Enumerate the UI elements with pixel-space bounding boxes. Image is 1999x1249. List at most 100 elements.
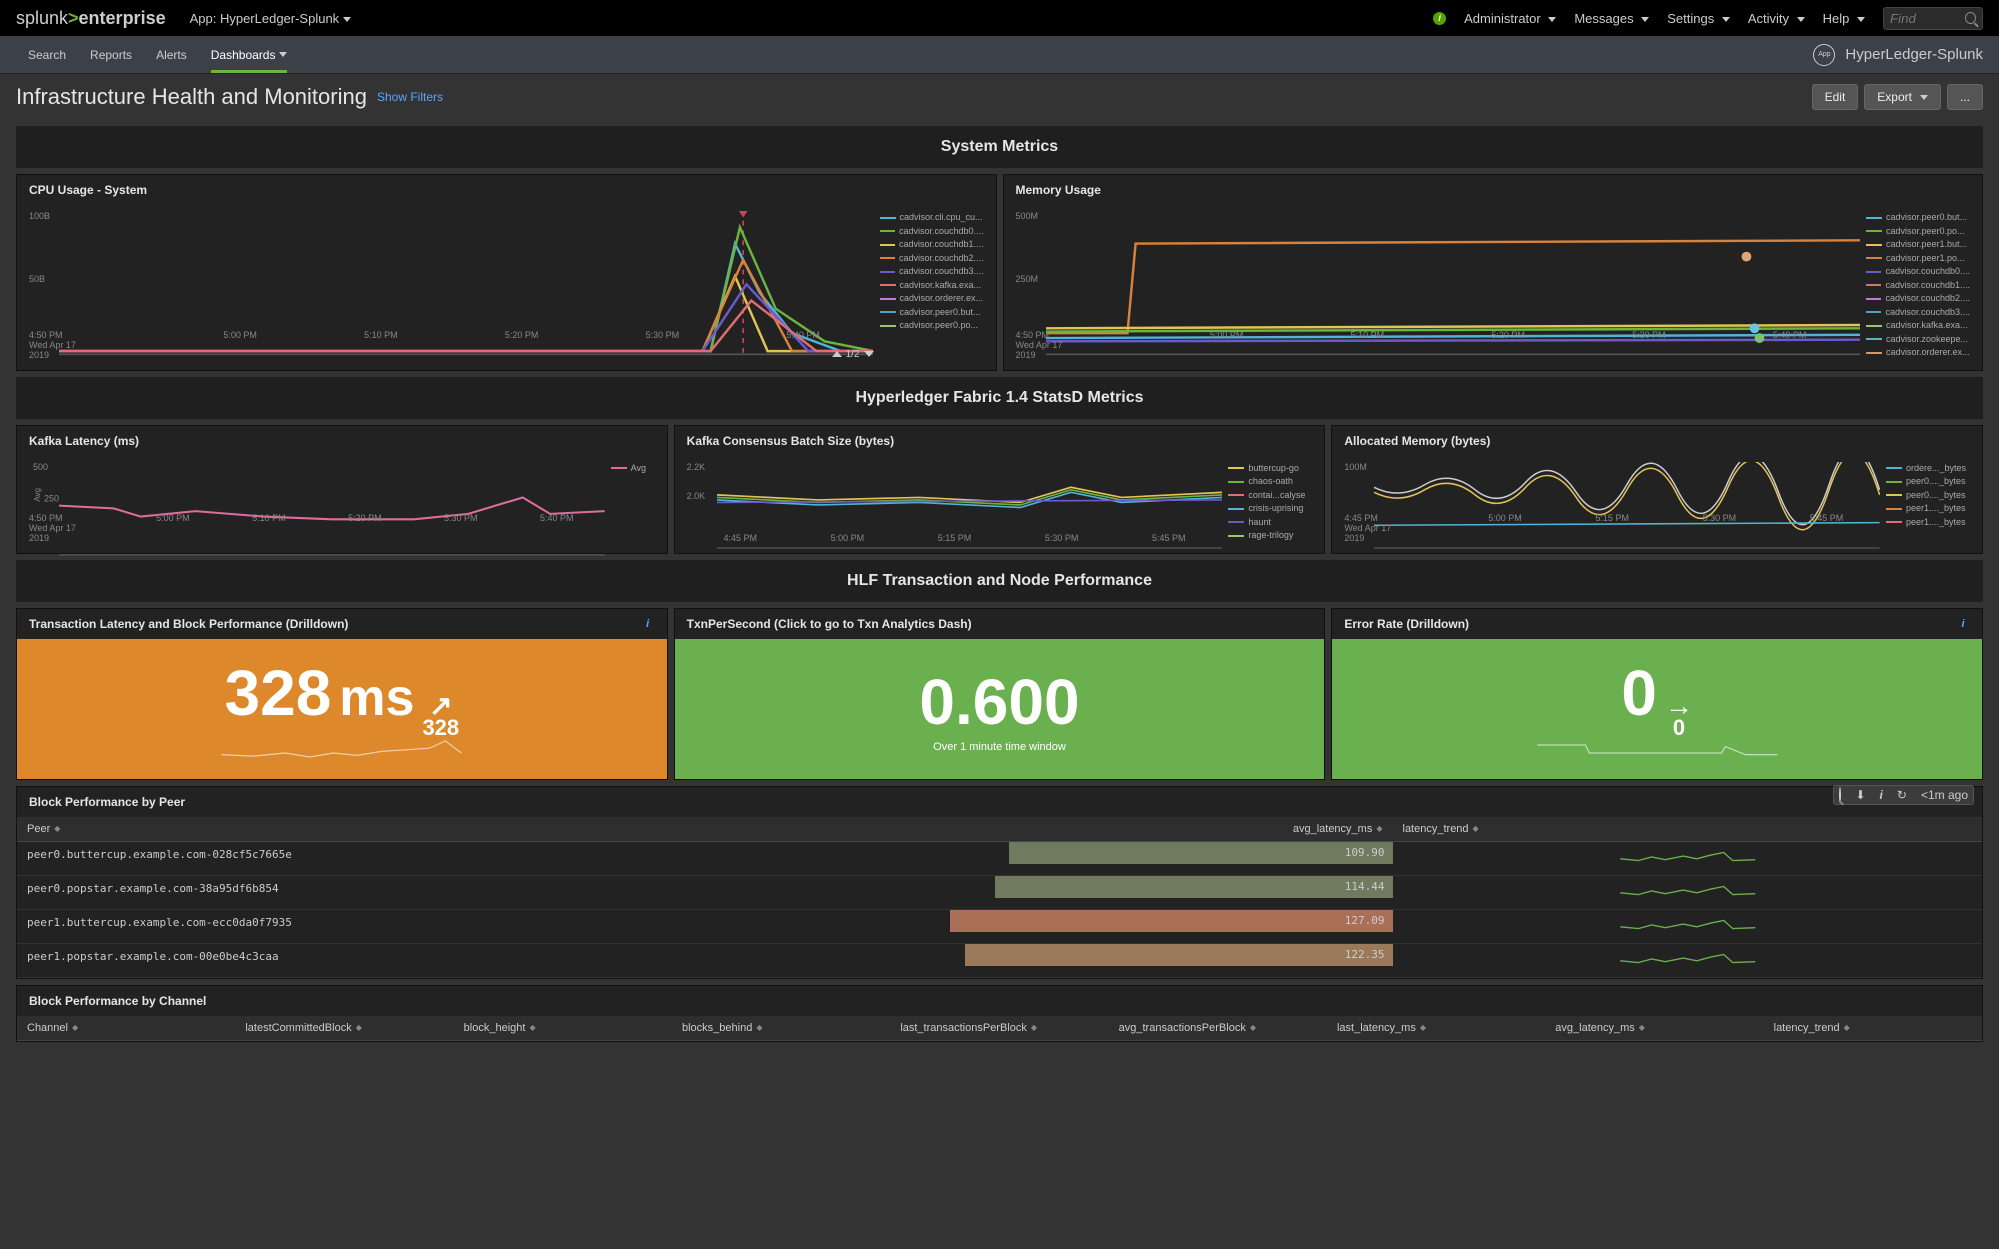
legend-item[interactable]: cadvisor.orderer.ex... bbox=[880, 292, 984, 306]
chevron-down-icon bbox=[343, 17, 351, 22]
panel-title: TxnPerSecond (Click to go to Txn Analyti… bbox=[675, 609, 1325, 639]
txn-latency-single-value[interactable]: 328 ms ↗ 328 bbox=[17, 639, 667, 779]
kafka-latency-chart[interactable]: 500 Avg250 4:50 PMWed Apr 172019 5:00 PM… bbox=[29, 462, 605, 543]
legend-item[interactable]: peer0...._bytes bbox=[1886, 489, 1970, 503]
cell-latency: 109.90 bbox=[901, 842, 1392, 875]
panel-allocated-memory: Allocated Memory (bytes) 100M 4:45 PMWed… bbox=[1331, 425, 1983, 554]
legend-item[interactable]: peer1...._bytes bbox=[1886, 516, 1970, 530]
table-row[interactable]: peer0.buttercup.example.com-028cf5c7665e… bbox=[17, 842, 1982, 876]
legend-item[interactable]: cadvisor.couchdb3.... bbox=[1866, 306, 1970, 320]
col-peer[interactable]: Peer◆ bbox=[17, 817, 901, 841]
legend-item[interactable]: cadvisor.cli.cpu_cu... bbox=[880, 211, 984, 225]
legend-item[interactable]: cadvisor.couchdb3.... bbox=[880, 265, 984, 279]
cell-trend bbox=[1393, 944, 1983, 977]
col-avg-latency[interactable]: avg_latency_ms◆ bbox=[901, 817, 1392, 841]
legend-item[interactable]: peer1...._bytes bbox=[1886, 502, 1970, 516]
legend-item[interactable]: cadvisor.kafka.exa... bbox=[1866, 319, 1970, 333]
col-latestcommittedblock[interactable]: latestCommittedBlock ◆ bbox=[235, 1016, 453, 1040]
col-last_transactionsperblock[interactable]: last_transactionsPerBlock ◆ bbox=[890, 1016, 1108, 1040]
col-avg_latency_ms[interactable]: avg_latency_ms ◆ bbox=[1545, 1016, 1763, 1040]
panel-title: Memory Usage bbox=[1004, 175, 1983, 205]
legend-item[interactable]: cadvisor.peer0.po... bbox=[1866, 225, 1970, 239]
legend-item[interactable]: cadvisor.peer0.po... bbox=[880, 319, 984, 333]
page-title: Infrastructure Health and Monitoring bbox=[16, 84, 367, 110]
legend-item[interactable]: haunt bbox=[1228, 516, 1312, 530]
legend-item[interactable]: cadvisor.peer0.but... bbox=[880, 306, 984, 320]
zoom-icon[interactable] bbox=[1836, 788, 1844, 802]
col-avg_transactionsperblock[interactable]: avg_transactionsPerBlock ◆ bbox=[1109, 1016, 1327, 1040]
show-filters-link[interactable]: Show Filters bbox=[377, 90, 443, 104]
legend-item[interactable]: cadvisor.kafka.exa... bbox=[880, 279, 984, 293]
legend-item[interactable]: crisis-uprising bbox=[1228, 502, 1312, 516]
legend-item[interactable]: cadvisor.peer0.but... bbox=[1866, 211, 1970, 225]
info-icon[interactable]: i bbox=[1956, 617, 1970, 631]
table-row[interactable]: peer1.popstar.example.com-00e0be4c3caa12… bbox=[17, 944, 1982, 978]
tps-single-value[interactable]: 0.600 Over 1 minute time window bbox=[675, 639, 1325, 779]
legend-item[interactable]: chaos-oath bbox=[1228, 475, 1312, 489]
info-icon[interactable]: i bbox=[1877, 788, 1886, 802]
legend-item[interactable]: cadvisor.couchdb1.... bbox=[1866, 279, 1970, 293]
table-row[interactable]: peer0.popstar.example.com-38a95df6b85411… bbox=[17, 876, 1982, 910]
status-icon[interactable]: i bbox=[1433, 12, 1446, 25]
nav-dashboards[interactable]: Dashboards bbox=[199, 36, 300, 73]
legend-item[interactable]: cadvisor.peer1.but... bbox=[1866, 238, 1970, 252]
global-search[interactable] bbox=[1883, 7, 1983, 30]
legend-pager[interactable]: 1/2 bbox=[832, 349, 874, 360]
search-icon bbox=[1965, 12, 1976, 24]
cell-latency: 122.35 bbox=[901, 944, 1392, 977]
nav-reports[interactable]: Reports bbox=[78, 36, 144, 73]
menu-messages[interactable]: Messages bbox=[1574, 11, 1649, 26]
cell-peer: peer0.buttercup.example.com-028cf5c7665e bbox=[17, 842, 901, 875]
legend-item[interactable]: rage-trilogy bbox=[1228, 529, 1312, 543]
app-selector[interactable]: App: HyperLedger-Splunk bbox=[190, 11, 352, 26]
col-latency-trend[interactable]: latency_trend◆ bbox=[1393, 817, 1983, 841]
alloc-mem-chart[interactable]: 100M 4:45 PMWed Apr 172019 5:00 PM 5:15 … bbox=[1344, 462, 1880, 543]
panel-title: Transaction Latency and Block Performanc… bbox=[29, 617, 348, 631]
export-button[interactable]: Export bbox=[1864, 84, 1941, 110]
legend-item[interactable]: buttercup-go bbox=[1228, 462, 1312, 476]
kafka-batch-chart[interactable]: 2.2K2.0K 4:45 PM 5:00 PM 5:15 PM 5:30 PM… bbox=[687, 462, 1223, 543]
legend-item[interactable]: contai...calyse bbox=[1228, 489, 1312, 503]
legend-item[interactable]: ordere..._bytes bbox=[1886, 462, 1970, 476]
cpu-chart[interactable]: 100B 50B bbox=[29, 211, 874, 360]
menu-activity[interactable]: Activity bbox=[1748, 11, 1805, 26]
section-hlf-perf: HLF Transaction and Node Performance bbox=[16, 560, 1983, 602]
legend-item[interactable]: peer0...._bytes bbox=[1886, 475, 1970, 489]
panel-kafka-batch: Kafka Consensus Batch Size (bytes) 2.2K2… bbox=[674, 425, 1326, 554]
edit-button[interactable]: Edit bbox=[1812, 84, 1859, 110]
col-latency_trend[interactable]: latency_trend ◆ bbox=[1764, 1016, 1982, 1040]
memory-chart[interactable]: 500M 250M bbox=[1016, 211, 1861, 360]
cell-peer: peer1.popstar.example.com-00e0be4c3caa bbox=[17, 944, 901, 977]
download-icon[interactable]: ⬇ bbox=[1852, 788, 1868, 802]
legend-item[interactable]: cadvisor.couchdb2.... bbox=[1866, 292, 1970, 306]
col-block_height[interactable]: block_height ◆ bbox=[454, 1016, 672, 1040]
error-rate-single-value[interactable]: 0 → 0 bbox=[1332, 639, 1982, 779]
legend-item[interactable]: cadvisor.couchdb2.... bbox=[880, 252, 984, 266]
panel-title: Error Rate (Drilldown) bbox=[1344, 617, 1469, 631]
memory-legend: cadvisor.peer0.but...cadvisor.peer0.po..… bbox=[1860, 211, 1970, 360]
legend-item[interactable]: cadvisor.couchdb0.... bbox=[880, 225, 984, 239]
more-button[interactable]: ... bbox=[1947, 84, 1983, 110]
panel-block-perf-channel: Block Performance by Channel Channel ◆la… bbox=[16, 985, 1983, 1042]
legend-item[interactable]: cadvisor.couchdb0.... bbox=[1866, 265, 1970, 279]
refresh-icon[interactable]: ↻ bbox=[1894, 788, 1910, 802]
nav-alerts[interactable]: Alerts bbox=[144, 36, 199, 73]
col-blocks_behind[interactable]: blocks_behind ◆ bbox=[672, 1016, 890, 1040]
panel-txn-latency: Transaction Latency and Block Performanc… bbox=[16, 608, 668, 780]
table-row[interactable]: peer1.buttercup.example.com-ecc0da0f7935… bbox=[17, 910, 1982, 944]
legend-item[interactable]: cadvisor.couchdb1.... bbox=[880, 238, 984, 252]
menu-administrator[interactable]: Administrator bbox=[1464, 11, 1556, 26]
legend-item[interactable]: cadvisor.zookeepe... bbox=[1866, 333, 1970, 347]
col-last_latency_ms[interactable]: last_latency_ms ◆ bbox=[1327, 1016, 1545, 1040]
menu-settings[interactable]: Settings bbox=[1667, 11, 1730, 26]
legend-item[interactable]: cadvisor.orderer.ex... bbox=[1866, 346, 1970, 360]
panel-title: Kafka Latency (ms) bbox=[17, 426, 667, 456]
search-input[interactable] bbox=[1890, 11, 1965, 26]
menu-help[interactable]: Help bbox=[1823, 11, 1865, 26]
info-icon[interactable]: i bbox=[641, 617, 655, 631]
kafka-batch-legend: buttercup-gochaos-oathcontai...calysecri… bbox=[1222, 462, 1312, 543]
col-channel[interactable]: Channel ◆ bbox=[17, 1016, 235, 1040]
legend-item[interactable]: cadvisor.peer1.po... bbox=[1866, 252, 1970, 266]
nav-search[interactable]: Search bbox=[16, 36, 78, 73]
panel-title: Block Performance by Peer bbox=[17, 787, 1982, 817]
